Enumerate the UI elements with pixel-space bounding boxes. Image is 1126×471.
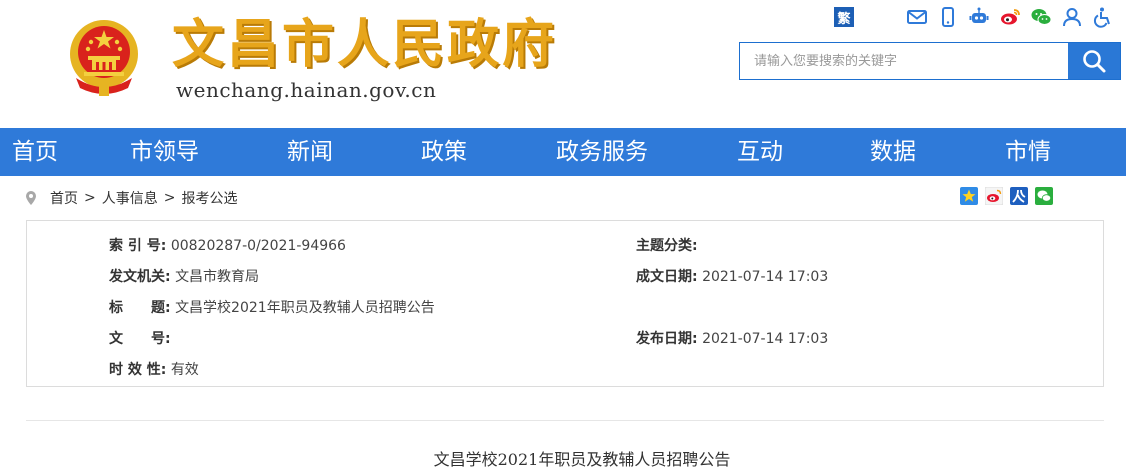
breadcrumb-home[interactable]: 首页 [50,188,78,208]
topic-label: 主题分类: [636,238,698,254]
site-header: 文昌市人民政府 wenchang.hainan.gov.cn 繁 [0,0,1126,128]
issuer-value: 文昌市教育局 [175,269,260,285]
weibo-share-icon[interactable] [985,187,1003,205]
created-date-label: 成文日期: [636,269,698,285]
title-value: 文昌学校2021年职员及教辅人员招聘公告 [175,300,435,316]
accessibility-icon[interactable] [1092,6,1114,28]
article-title: 文昌学校2021年职员及教辅人员招聘公告 [433,450,731,469]
user-icon[interactable] [1061,6,1083,28]
renren-share-icon[interactable] [1010,187,1028,205]
breadcrumb-separator: > [163,190,176,206]
robot-icon[interactable] [968,6,990,28]
traditional-chinese-toggle[interactable]: 繁 [834,7,854,27]
info-index-no: 索 引 号: 00820287-0/2021-94966 [109,235,346,255]
top-toolbar: 繁 [834,6,1123,28]
nav-item-policy[interactable]: 政策 [421,128,467,176]
info-created-date: 成文日期: 2021-07-14 17:03 [636,266,828,286]
breadcrumb-personnel-info[interactable]: 人事信息 [102,188,158,208]
share-bar [960,187,1060,205]
search-box [739,42,1121,80]
breadcrumb-exam-selection[interactable]: 报考公选 [181,188,237,208]
search-input[interactable] [740,43,1068,79]
nav-item-city-leaders[interactable]: 市领导 [130,128,199,176]
nav-item-data[interactable]: 数据 [870,128,916,176]
national-emblem-icon [70,20,138,96]
info-topic: 主题分类: [636,235,698,255]
nav-item-home[interactable]: 首页 [12,128,58,176]
breadcrumb-separator: > [84,190,96,206]
breadcrumb: 首页 > 人事信息 > 报考公选 [24,186,237,210]
location-pin-icon [26,191,36,205]
issuer-label: 发文机关: [109,269,171,285]
nav-item-news[interactable]: 新闻 [287,128,333,176]
validity-label: 时 效 性: [109,362,167,378]
wechat-icon[interactable] [1030,6,1052,28]
info-doc-no: 文 号: [109,328,171,348]
info-publish-date: 发布日期: 2021-07-14 17:03 [636,328,828,348]
doc-no-label: 文 号: [109,331,171,347]
site-title: 文昌市人民政府 [172,14,558,75]
main-nav: 首页 市领导 新闻 政策 政务服务 互动 数据 市情 [0,128,1126,176]
info-title: 标 题: 文昌学校2021年职员及教辅人员招聘公告 [109,297,435,317]
content-divider [26,420,1104,421]
index-no-label: 索 引 号: [109,238,167,254]
search-button[interactable] [1068,43,1120,79]
title-label: 标 题: [109,300,171,316]
mail-icon[interactable] [906,6,928,28]
mobile-icon[interactable] [937,6,959,28]
nav-item-city-info[interactable]: 市情 [1005,128,1051,176]
info-issuer: 发文机关: 文昌市教育局 [109,266,259,286]
qzone-share-icon[interactable] [960,187,978,205]
info-validity: 时 效 性: 有效 [109,359,199,379]
wechat-share-icon[interactable] [1035,187,1053,205]
nav-item-interaction[interactable]: 互动 [737,128,783,176]
index-no-value: 00820287-0/2021-94966 [170,238,346,254]
document-metadata-box: 索 引 号: 00820287-0/2021-94966 主题分类: 发文机关:… [26,220,1104,387]
publish-date-value: 2021-07-14 17:03 [702,331,829,347]
validity-value: 有效 [170,362,199,378]
weibo-icon[interactable] [999,6,1021,28]
publish-date-label: 发布日期: [636,331,698,347]
created-date-value: 2021-07-14 17:03 [702,269,829,285]
search-icon [1083,50,1106,73]
nav-item-gov-services[interactable]: 政务服务 [556,128,648,176]
site-url: wenchang.hainan.gov.cn [176,78,437,102]
